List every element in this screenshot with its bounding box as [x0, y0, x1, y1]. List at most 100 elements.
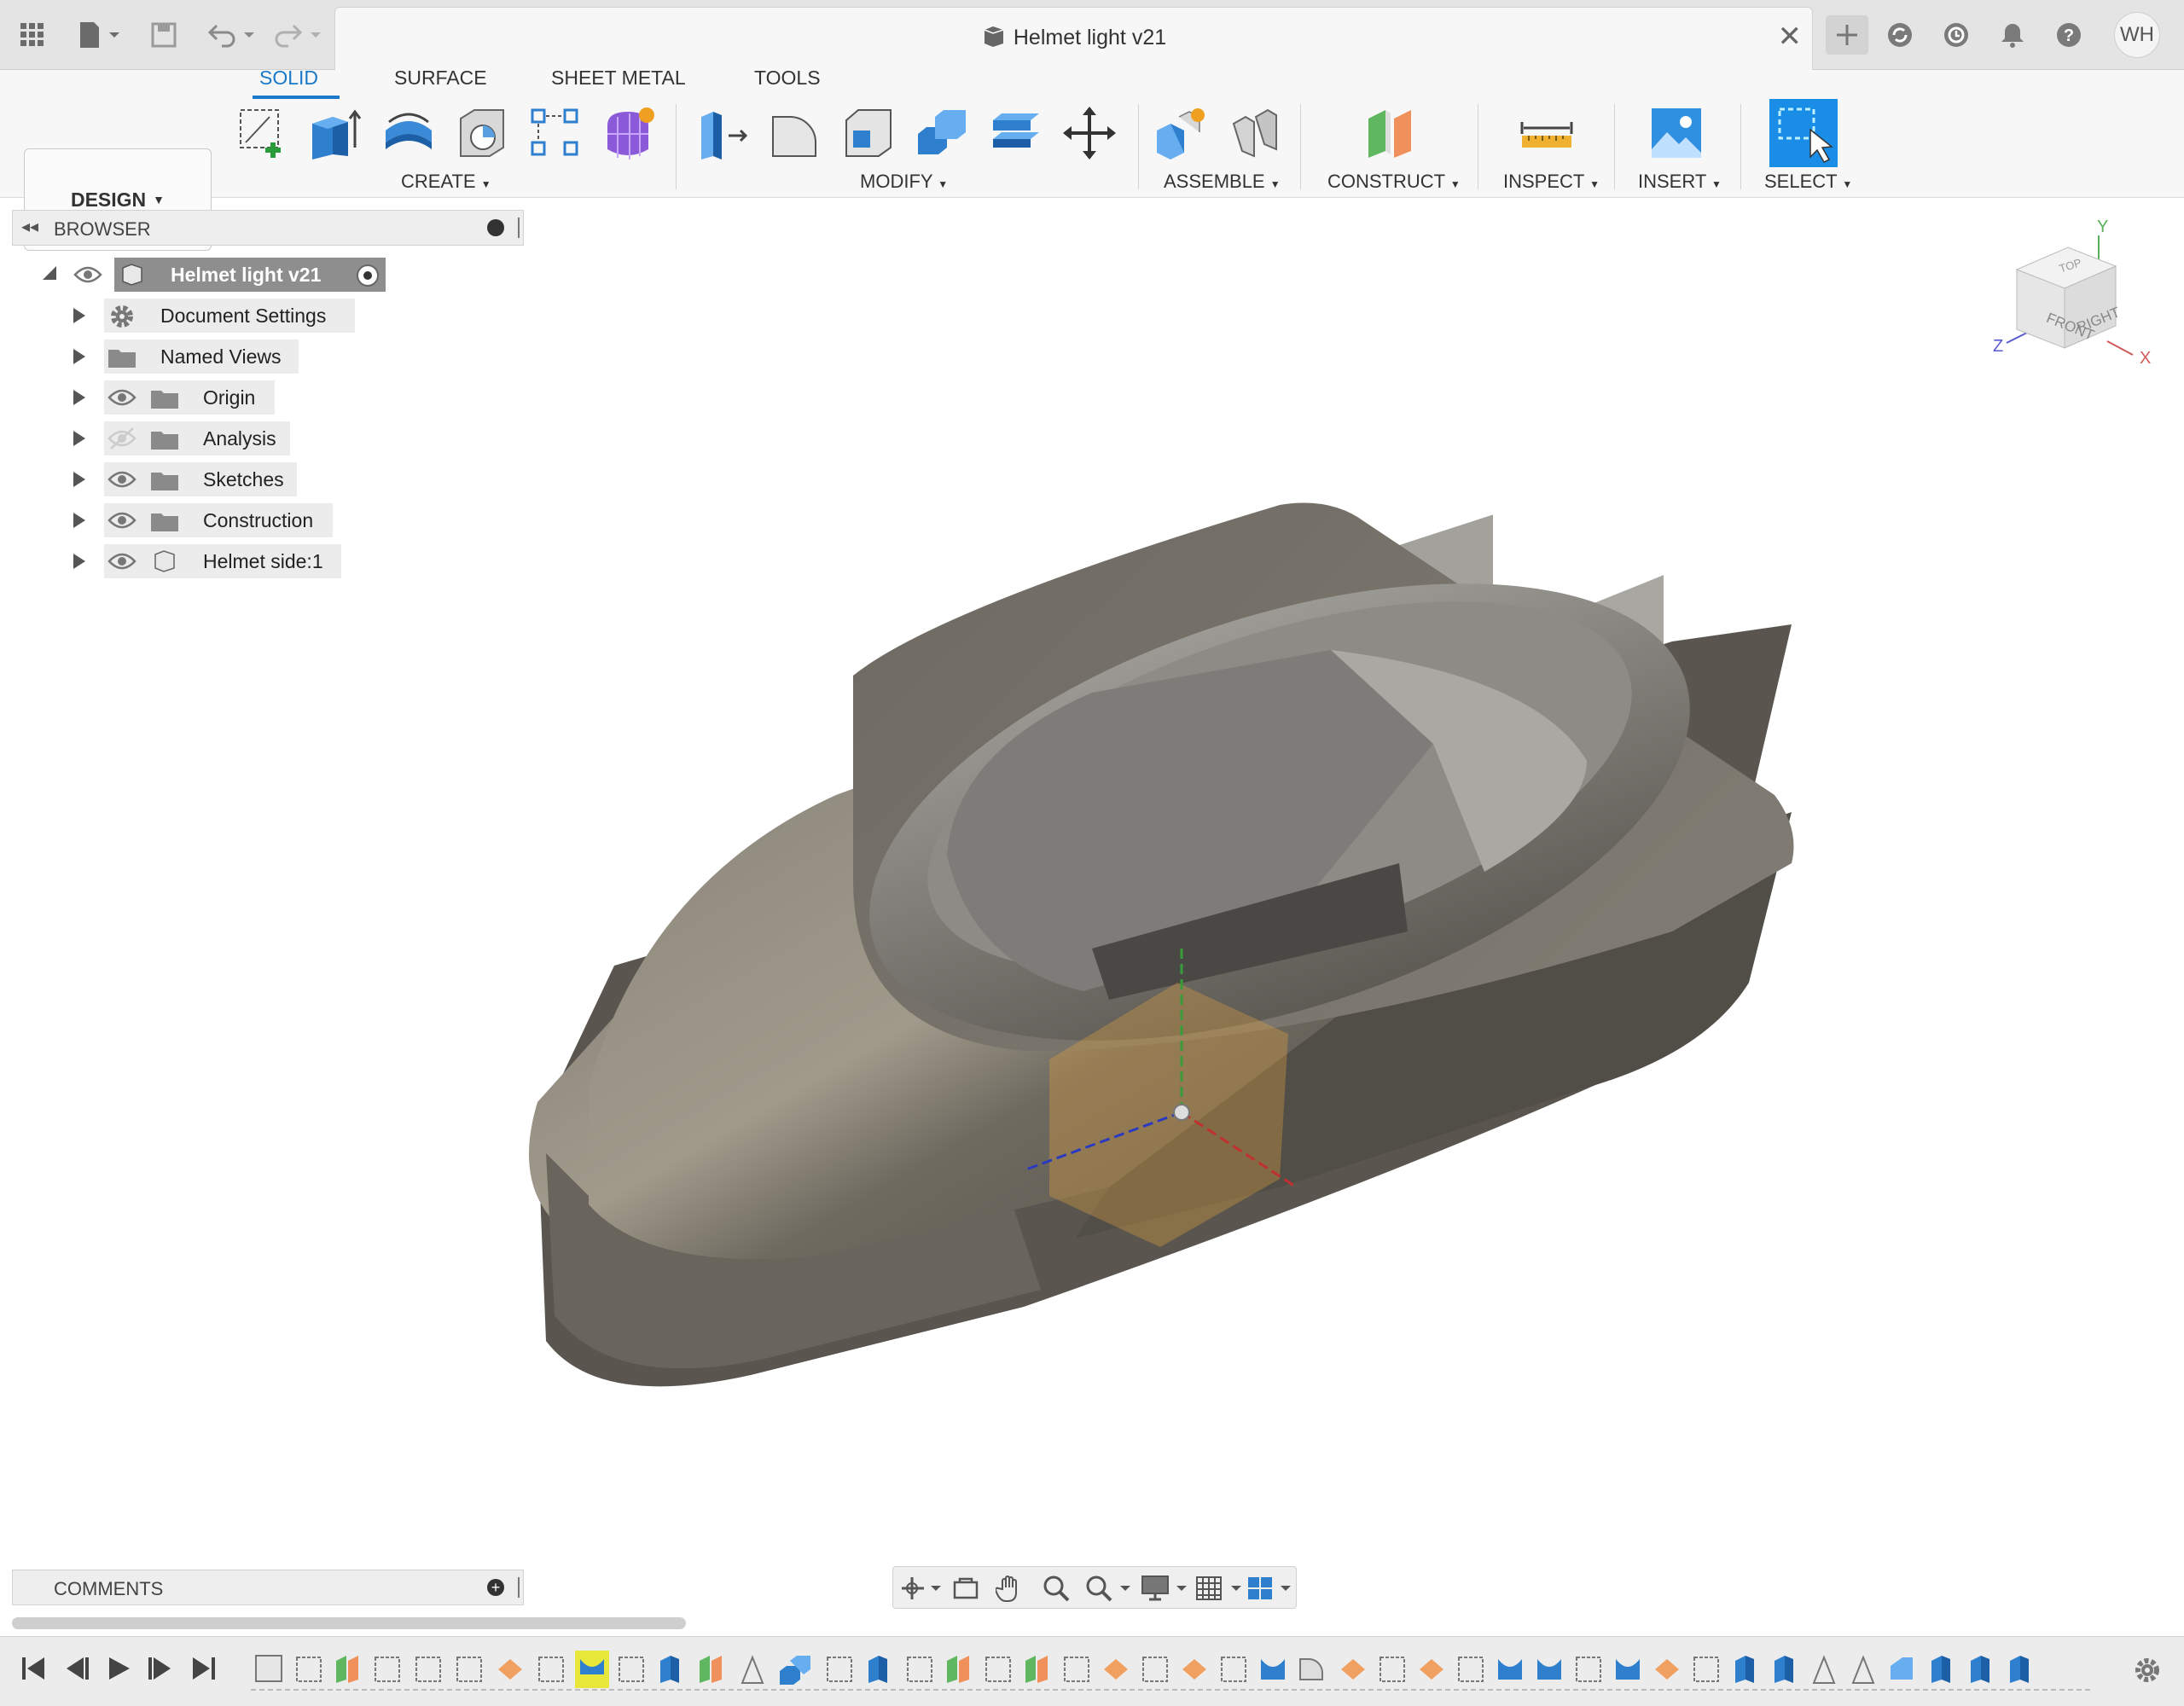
- timeline-feature-sketch[interactable]: [985, 1657, 1011, 1682]
- expand-triangle-icon[interactable]: [73, 349, 85, 364]
- timeline-feature-sketch[interactable]: [907, 1657, 932, 1682]
- timeline-feature-hole[interactable]: [1498, 1659, 1522, 1680]
- browser-item-helmet-side[interactable]: Helmet side:1: [68, 544, 358, 578]
- timeline-feature-fillet[interactable]: [1341, 1659, 1365, 1680]
- helmet-light-body[interactable]: [529, 494, 1794, 1387]
- shell-tool[interactable]: [841, 102, 897, 164]
- browser-item-analysis[interactable]: Analysis: [68, 421, 358, 456]
- display-settings-icon[interactable]: [1141, 1574, 1188, 1607]
- timeline-feature-sketch[interactable]: [538, 1657, 564, 1682]
- view-cube[interactable]: Y Z X FRONT RIGHT TOP: [1988, 210, 2158, 380]
- timeline-feature-sketch[interactable]: [827, 1657, 852, 1682]
- comments-panel-header[interactable]: COMMENTS +: [12, 1570, 524, 1605]
- timeline-settings-gear-icon[interactable]: [2133, 1656, 2162, 1689]
- notifications-bell-icon[interactable]: [1993, 15, 2032, 55]
- move-copy-tool[interactable]: [1061, 102, 1118, 164]
- timeline-feature-extrude[interactable]: [1735, 1656, 1754, 1683]
- browser-root-row[interactable]: Helmet light v21: [34, 258, 392, 292]
- visibility-eye-icon[interactable]: [73, 263, 102, 291]
- timeline-feature-sketch[interactable]: [1458, 1657, 1484, 1682]
- construct-group-label[interactable]: CONSTRUCT ▼: [1327, 171, 1461, 193]
- expand-triangle-icon[interactable]: [73, 308, 85, 323]
- timeline-feature-plane[interactable]: [1025, 1656, 1048, 1683]
- job-status-icon[interactable]: [1937, 15, 1976, 55]
- apps-grid-icon[interactable]: [15, 15, 49, 55]
- create-form-tool[interactable]: [601, 102, 657, 164]
- fillet-tool[interactable]: [768, 102, 824, 164]
- pan-hand-icon[interactable]: [995, 1574, 1025, 1607]
- timeline-feature-axis[interactable]: [1812, 1655, 1836, 1684]
- activate-radio-icon[interactable]: [357, 264, 379, 287]
- hole-tool[interactable]: [454, 102, 510, 164]
- timeline-feature-sketch[interactable]: [415, 1657, 441, 1682]
- timeline-feature-sketch[interactable]: [1693, 1657, 1719, 1682]
- extensions-icon[interactable]: [1880, 15, 1920, 55]
- tab-sheet-metal[interactable]: SHEET METAL: [551, 67, 686, 90]
- expand-triangle-icon[interactable]: [73, 472, 85, 487]
- modify-group-label[interactable]: MODIFY ▼: [860, 171, 948, 193]
- timeline-marker-current[interactable]: [575, 1651, 609, 1688]
- visibility-eye-icon[interactable]: [107, 386, 136, 414]
- timeline-feature-fillet[interactable]: [498, 1659, 522, 1680]
- create-group-label[interactable]: CREATE ▼: [401, 171, 491, 193]
- file-menu-icon[interactable]: [73, 15, 125, 55]
- help-icon[interactable]: ?: [2049, 15, 2088, 55]
- browser-item-document-settings[interactable]: Document Settings: [68, 299, 358, 333]
- insert-group-label[interactable]: INSERT ▼: [1638, 171, 1722, 193]
- select-tool[interactable]: [1769, 99, 1838, 167]
- timeline-feature-combine[interactable]: [780, 1656, 810, 1685]
- browser-item-sketches[interactable]: Sketches: [68, 462, 358, 496]
- timeline-feature-extrude[interactable]: [660, 1656, 679, 1683]
- visibility-eye-icon[interactable]: [107, 467, 136, 496]
- joint-tool[interactable]: [1227, 102, 1283, 164]
- measure-tool[interactable]: [1519, 102, 1575, 164]
- timeline-feature-sketch[interactable]: [375, 1657, 400, 1682]
- viewports-icon[interactable]: [1246, 1574, 1294, 1607]
- timeline-feature-sketch[interactable]: [619, 1657, 644, 1682]
- offset-plane-tool[interactable]: [1363, 102, 1420, 164]
- grid-settings-icon[interactable]: [1195, 1574, 1243, 1607]
- inspect-group-label[interactable]: INSPECT ▼: [1503, 171, 1600, 193]
- minimize-panel-icon[interactable]: [487, 219, 504, 236]
- expand-triangle-icon[interactable]: [73, 431, 85, 446]
- browser-item-construction[interactable]: Construction: [68, 503, 358, 537]
- assemble-group-label[interactable]: ASSEMBLE ▼: [1164, 171, 1281, 193]
- timeline-feature-plane[interactable]: [947, 1656, 969, 1683]
- timeline-feature-plane[interactable]: [700, 1656, 722, 1683]
- timeline-feature-extrude[interactable]: [1774, 1656, 1793, 1683]
- step-forward-icon[interactable]: [147, 1654, 176, 1687]
- user-avatar[interactable]: WH: [2114, 12, 2160, 58]
- timeline-feature-fillet[interactable]: [1420, 1659, 1443, 1680]
- combine-tool[interactable]: [915, 102, 971, 164]
- timeline-feature-plane[interactable]: [336, 1656, 358, 1683]
- timeline-feature-extrude[interactable]: [1971, 1656, 1989, 1683]
- visibility-eye-icon[interactable]: [107, 549, 136, 577]
- visibility-eye-icon[interactable]: [107, 508, 136, 537]
- browser-item-origin[interactable]: Origin: [68, 380, 358, 415]
- step-back-icon[interactable]: [61, 1654, 90, 1687]
- timeline-feature-fillet[interactable]: [1655, 1659, 1679, 1680]
- save-icon[interactable]: [147, 15, 181, 55]
- select-group-label[interactable]: SELECT ▼: [1764, 171, 1852, 193]
- rectangular-pattern-tool[interactable]: [527, 102, 584, 164]
- timeline-feature-sketch[interactable]: [1064, 1657, 1089, 1682]
- timeline-feature-extrude[interactable]: [1931, 1656, 1950, 1683]
- tab-surface[interactable]: SURFACE: [394, 67, 487, 90]
- timeline-feature-axis[interactable]: [741, 1655, 764, 1684]
- expand-triangle-icon[interactable]: [73, 513, 85, 528]
- panel-resize-handle[interactable]: [518, 1577, 520, 1598]
- timeline-feature-fillet[interactable]: [1104, 1659, 1128, 1680]
- insert-image-tool[interactable]: [1648, 102, 1705, 164]
- new-tab-icon[interactable]: [1826, 15, 1868, 55]
- extrude-tool[interactable]: [307, 102, 363, 164]
- document-tab[interactable]: Helmet light v21 ✕: [334, 7, 1813, 70]
- new-component-tool[interactable]: [1153, 102, 1210, 164]
- tab-tools[interactable]: TOOLS: [754, 67, 821, 90]
- timeline-track[interactable]: [251, 1647, 2094, 1695]
- revolve-tool[interactable]: [380, 102, 437, 164]
- close-tab-icon[interactable]: ✕: [1778, 20, 1803, 54]
- timeline-feature-sketch[interactable]: [296, 1657, 322, 1682]
- timeline-feature-hole[interactable]: [1616, 1659, 1640, 1680]
- timeline-feature-extrude[interactable]: [868, 1656, 887, 1683]
- timeline-feature-sketch[interactable]: [1576, 1657, 1601, 1682]
